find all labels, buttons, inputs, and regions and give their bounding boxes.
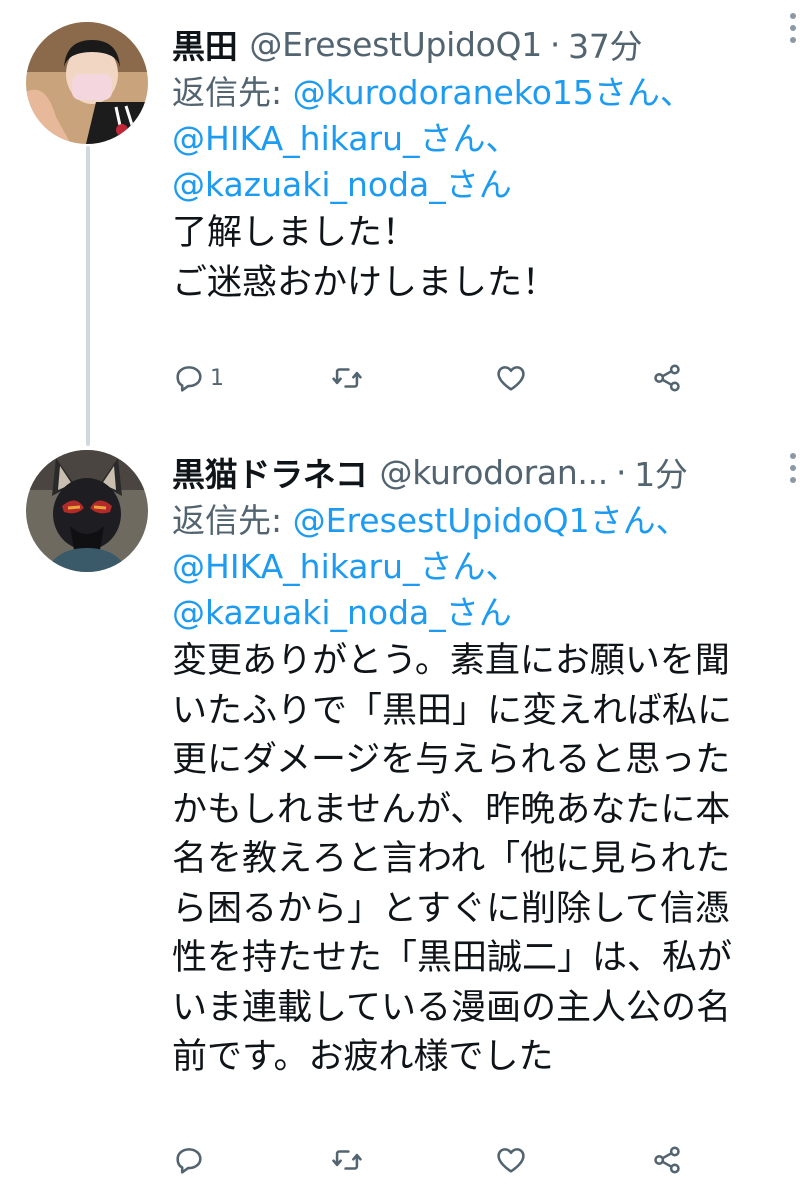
more-options-button[interactable] — [778, 448, 808, 488]
vertical-dots-icon — [790, 453, 796, 459]
avatar[interactable] — [26, 22, 148, 144]
mention-link[interactable]: @kazuaki_noda_さん — [172, 165, 512, 204]
vertical-dots-icon — [790, 13, 796, 19]
tweet-text-line: ご迷惑おかけしました！ — [172, 262, 558, 303]
share-nodes-icon — [654, 364, 680, 392]
tweet-text-line: 変更ありがとう。素直にお願いを聞 — [172, 641, 730, 681]
retweet-button[interactable] — [330, 1136, 364, 1184]
user-handle[interactable]: @kurodoran... — [380, 453, 609, 492]
like-button[interactable] — [494, 354, 528, 402]
heart-icon — [497, 366, 525, 391]
tweet[interactable]: 黒田 @EresestUpidoQ1 · 37分 返信先: @kurodoran… — [0, 0, 812, 446]
share-nodes-icon — [654, 1146, 680, 1174]
avatar-image — [26, 450, 148, 572]
timeline: 黒田 @EresestUpidoQ1 · 37分 返信先: @kurodoran… — [0, 0, 812, 1200]
mention-link[interactable]: @kurodoraneko15さん、 — [293, 73, 693, 112]
separator-dot: · — [549, 24, 561, 64]
tweet-text-line: いま連載している漫画の主人公の名 — [172, 987, 731, 1028]
reply-to-label: 返信先: — [172, 73, 293, 112]
tweet-actions: 1 — [172, 354, 712, 402]
mention-link[interactable]: @kazuaki_noda_さん — [172, 593, 512, 632]
speech-bubble-icon — [176, 1148, 202, 1174]
tweet-text-line: 前です。お疲れ様でした — [172, 1037, 554, 1077]
tweet-header: 黒猫ドラネコ @kurodoran... · 1分 — [172, 446, 788, 498]
avatar-image — [26, 22, 148, 144]
tweet-actions — [172, 1136, 712, 1184]
tweet-text: 了解しました！ ご迷惑おかけしました！ — [172, 209, 788, 308]
timestamp[interactable]: 1分 — [634, 448, 688, 496]
tweet-content: 黒田 @EresestUpidoQ1 · 37分 返信先: @kurodoran… — [172, 18, 788, 308]
tweet-text-line: かもしれませんが、昨晩あなたに本 — [172, 789, 731, 830]
retweet-arrows-icon — [332, 1150, 362, 1170]
tweet-text-line: 了解しました！ — [172, 213, 418, 253]
heart-icon — [497, 1148, 525, 1173]
more-options-button[interactable] — [778, 8, 808, 48]
reply-button[interactable] — [172, 1136, 210, 1184]
tweet-text-line: 名を教えろと言われ「他に見られた — [172, 839, 731, 879]
reply-to-label: 返信先: — [172, 501, 293, 540]
mention-link[interactable]: @HIKA_hikaru_さん、 — [172, 119, 519, 158]
mention-link[interactable]: @HIKA_hikaru_さん、 — [172, 547, 519, 586]
mention-link[interactable]: @EresestUpidoQ1さん、 — [293, 501, 689, 540]
reply-to-info: 返信先: @EresestUpidoQ1さん、 @HIKA_hikaru_さん、… — [172, 498, 788, 636]
share-button[interactable] — [650, 354, 684, 402]
tweet-text-line: 性を持たせた「黒田誠二」は、私が — [172, 938, 733, 978]
separator-dot: · — [616, 452, 627, 492]
user-handle[interactable]: @EresestUpidoQ1 — [249, 25, 542, 64]
reply-count: 1 — [210, 365, 224, 391]
thread-connector-line — [86, 146, 90, 446]
tweet-text: 変更ありがとう。素直にお願いを聞 いたふりで「黒田」に変えれば私に 更にダメージ… — [172, 637, 788, 1083]
tweet-header: 黒田 @EresestUpidoQ1 · 37分 — [172, 18, 788, 70]
display-name[interactable]: 黒田 — [172, 20, 238, 68]
retweet-button[interactable] — [330, 354, 364, 402]
avatar[interactable] — [26, 450, 148, 572]
speech-bubble-icon — [176, 366, 202, 392]
display-name[interactable]: 黒猫ドラネコ — [172, 448, 368, 496]
reply-to-info: 返信先: @kurodoraneko15さん、 @HIKA_hikaru_さん、… — [172, 70, 788, 208]
tweet[interactable]: 黒猫ドラネコ @kurodoran... · 1分 返信先: @EresestU… — [0, 440, 812, 1200]
reply-button[interactable]: 1 — [172, 354, 224, 402]
tweet-text-line: ら困るから」とすぐに削除して信憑 — [172, 888, 730, 929]
tweet-text-line: いたふりで「黒田」に変えれば私に — [172, 690, 733, 731]
retweet-arrows-icon — [332, 368, 362, 388]
tweet-content: 黒猫ドラネコ @kurodoran... · 1分 返信先: @EresestU… — [172, 446, 788, 1083]
like-button[interactable] — [494, 1136, 528, 1184]
timestamp[interactable]: 37分 — [568, 20, 642, 68]
share-button[interactable] — [650, 1136, 684, 1184]
tweet-text-line: 更にダメージを与えられると思った — [172, 740, 731, 780]
